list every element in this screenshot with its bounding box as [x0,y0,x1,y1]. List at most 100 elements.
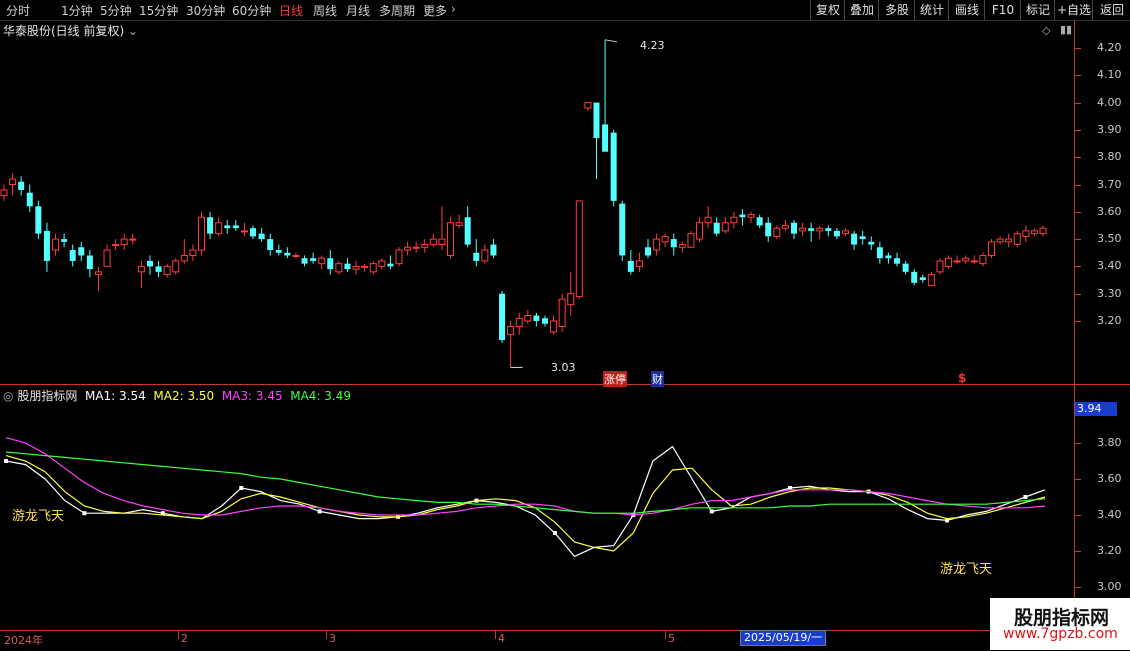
indicator-marker [4,459,8,463]
candle-body-down [267,239,274,251]
indicator-line-ma2 [5,455,1046,552]
candle-body-down [35,206,42,234]
candle-body-down [808,228,815,231]
low-price-label: 3.03 [551,361,576,374]
candle-body-up [421,244,429,248]
indicator-marker [1023,495,1028,499]
indicator-marker [709,509,714,514]
limit-up-tag[interactable]: 涨停 [603,371,627,387]
indicator-line-ma3 [5,437,1046,516]
candle-body-up [189,249,197,256]
candle-body-down [911,271,918,283]
candle-body-up [567,293,575,306]
candle-body-up [987,241,995,256]
candle-body-up [661,235,669,243]
xaxis-label-apr: 4 [498,632,505,645]
candle-body-up [481,249,489,262]
candle-body-up [584,102,592,109]
candle-body-down [490,244,497,256]
candle-body-up [704,216,712,224]
candle-body-up [395,249,403,265]
candle-body-down [859,236,866,240]
candle-body-up [404,246,412,251]
candle-body-down [146,260,153,267]
candle-body-up [361,265,369,268]
candle-body-up [455,222,463,226]
candle-body-up [129,238,137,241]
candle-body-up [687,233,695,248]
candle-body-down [275,250,282,253]
candle-body-up [515,317,523,327]
candle-body-down [627,260,634,272]
candle-body-down [78,247,85,256]
candle-body-down [765,222,772,237]
candle-body-down [43,230,50,261]
candle-body-up [730,216,738,224]
candle-body-up [507,325,515,336]
candle-body-up [747,214,755,218]
xaxis-tick [178,631,179,639]
candle-body-down [902,263,909,272]
candle-body-down [69,250,76,261]
candle-body-up [953,260,961,263]
candle-body-up [1022,230,1030,237]
candle-body-up [781,224,789,229]
finance-tag[interactable]: 财 [651,371,664,387]
candle-body-up [438,238,446,246]
candle-body-up [52,238,60,251]
xaxis-tick [326,631,327,639]
candle-body-down [499,293,506,341]
candle-body-down [224,225,231,229]
candle-body-up [318,257,326,265]
indicator-marker [552,531,557,535]
candle-body-down [876,247,883,259]
candle-body-down [310,258,317,261]
dividend-marker[interactable]: $ [958,371,966,385]
xaxis-label-may: 5 [668,632,675,645]
xaxis-label-feb: 2 [181,632,188,645]
candle-body-up [936,260,944,273]
candle-body-up [1030,230,1038,235]
candle-body-down [610,132,617,201]
candle-body-down [61,239,68,242]
candle-body-down [825,228,832,231]
candle-body-up [120,238,128,246]
candle-body-up [996,238,1004,243]
candle-body-up [1005,238,1013,243]
candle-body-up [970,260,978,263]
cursor-date-label: 2025/05/19/一 [740,630,827,646]
chart-canvas[interactable] [0,0,1130,650]
candle-body-up [335,263,343,273]
candle-body-down [602,124,609,152]
candle-body-up [172,260,180,273]
candle-body-up [240,230,248,233]
candle-body-down [387,263,394,267]
date-axis: 2024年 2 3 4 5 6 [0,630,1075,651]
candle-body-up [721,222,729,232]
xaxis-label-year: 2024年 [4,634,43,647]
indicator-marker [82,511,87,516]
candle-body-down [756,217,763,226]
candle-body-up [550,320,558,333]
candle-body-up [945,257,953,267]
candle-body-down [18,181,25,190]
candle-body-down [86,255,93,270]
candle-body-down [232,225,239,229]
candle-body-up [0,189,8,196]
candle-body-down [344,263,351,270]
indicator-line-ma1 [5,445,1046,558]
candle-body-up [352,265,360,270]
candle-body-up [773,227,781,237]
high-price-label: 4.23 [640,39,665,52]
candle-body-up [842,230,850,235]
high-pointer [604,39,618,43]
candle-body-up [112,244,120,247]
candle-body-down [670,239,677,248]
indicator-marker [239,486,244,490]
xaxis-tick [665,631,666,639]
indicator-marker [317,509,322,514]
candle-body-up [1013,233,1021,246]
candle-body-down [284,252,291,256]
candle-body-up [696,222,704,240]
candle-body-down [26,192,33,207]
